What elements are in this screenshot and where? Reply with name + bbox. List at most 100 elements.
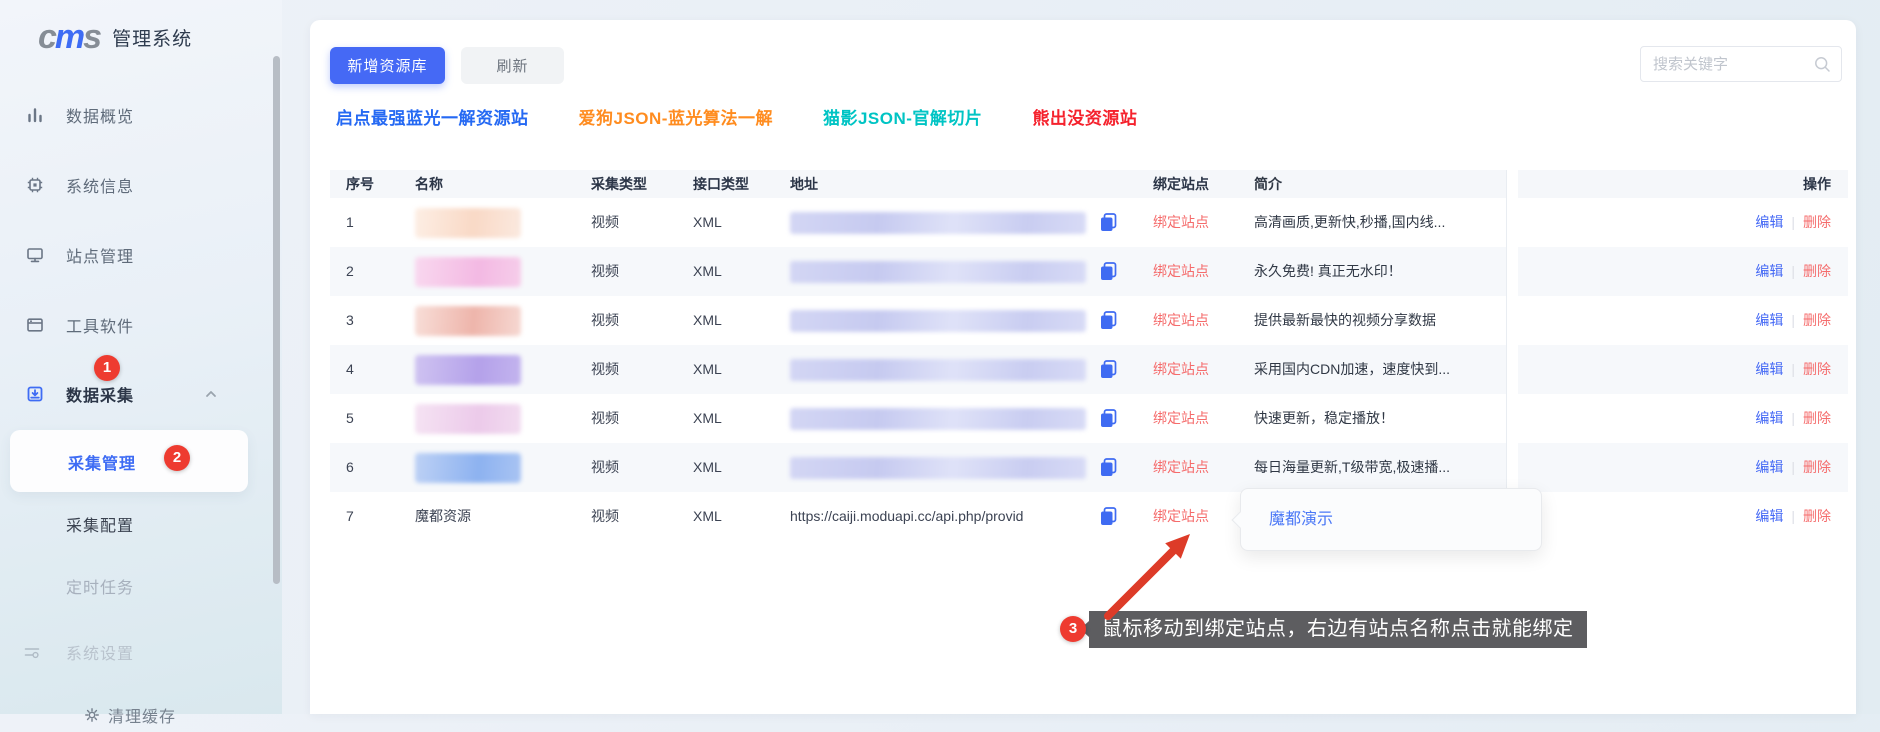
quick-links-row: 启点最强蓝光一解资源站 爱狗JSON-蓝光算法一解 猫影JSON-官解切片 熊出…: [336, 104, 1137, 129]
bind-site-link[interactable]: 绑定站点: [1153, 345, 1209, 394]
redacted-address-blob: [790, 261, 1086, 283]
row-type: 视频: [591, 296, 619, 345]
sidebar-item-timer-task[interactable]: 定时任务: [0, 569, 282, 603]
row-index: 4: [346, 345, 354, 394]
search-input[interactable]: [1653, 47, 1803, 81]
annotation-step-2-badge: 2: [164, 445, 190, 471]
popup-site-link[interactable]: 魔都演示: [1269, 489, 1333, 550]
bind-site-link[interactable]: 绑定站点: [1153, 394, 1209, 443]
row-type: 视频: [591, 492, 619, 541]
delete-link[interactable]: 删除: [1803, 410, 1831, 426]
row-desc: 快速更新，稳定播放！: [1254, 394, 1394, 443]
edit-link[interactable]: 编辑: [1755, 508, 1783, 524]
delete-link[interactable]: 删除: [1803, 263, 1831, 279]
bar-chart-icon: [26, 106, 44, 124]
redacted-address-blob: [790, 359, 1086, 381]
search-box: [1640, 46, 1842, 82]
sidebar-item-collect-manage[interactable]: 采集管理: [10, 430, 248, 492]
row-index: 5: [346, 394, 354, 443]
sliders-icon: [23, 643, 41, 661]
row-api: XML: [693, 345, 722, 394]
sidebar-item-data-overview[interactable]: 数据概览: [0, 98, 282, 132]
app-title: 管理系统: [112, 24, 192, 51]
redacted-name-blob: [415, 404, 521, 434]
copy-icon[interactable]: [1100, 458, 1117, 477]
quick-link-qidian[interactable]: 启点最强蓝光一解资源站: [336, 104, 529, 129]
row-index: 6: [346, 443, 354, 492]
redacted-name-blob: [415, 257, 521, 287]
row-type: 视频: [591, 345, 619, 394]
cms-logo-icon: cms: [38, 18, 100, 56]
bind-site-link[interactable]: 绑定站点: [1153, 443, 1209, 492]
row-actions: 编辑|删除: [1755, 394, 1831, 443]
quick-link-aigou[interactable]: 爱狗JSON-蓝光算法一解: [579, 104, 773, 129]
delete-link[interactable]: 删除: [1803, 214, 1831, 230]
edit-link[interactable]: 编辑: [1755, 312, 1783, 328]
gear-icon: [84, 707, 100, 723]
row-index: 2: [346, 247, 354, 296]
row-actions: 编辑|删除: [1755, 198, 1831, 247]
quick-link-xiongchumo[interactable]: 熊出没资源站: [1032, 104, 1137, 129]
header-address: 地址: [790, 170, 818, 198]
table-row: 4 视频 XML 绑定站点 采用国内CDN加速，速度快到... 编辑|删除: [330, 345, 1848, 394]
edit-link[interactable]: 编辑: [1755, 361, 1783, 377]
sidebar-item-system-info[interactable]: 系统信息: [0, 168, 282, 202]
table-row: 1 视频 XML 绑定站点 高清画质,更新快,秒播,国内线... 编辑|删除: [330, 198, 1848, 247]
chevron-up-icon: [204, 387, 218, 401]
copy-icon[interactable]: [1100, 311, 1117, 330]
annotation-arrow-icon: [1090, 518, 1210, 623]
row-type: 视频: [591, 443, 619, 492]
delete-link[interactable]: 删除: [1803, 361, 1831, 377]
row-api: XML: [693, 198, 722, 247]
copy-icon[interactable]: [1100, 360, 1117, 379]
bind-site-link[interactable]: 绑定站点: [1153, 296, 1209, 345]
bind-site-link[interactable]: 绑定站点: [1153, 247, 1209, 296]
row-actions: 编辑|删除: [1755, 345, 1831, 394]
header-name: 名称: [415, 170, 443, 198]
sidebar-item-data-collect[interactable]: 数据采集: [0, 377, 282, 411]
sidebar-item-site-manage[interactable]: 站点管理: [0, 238, 282, 272]
main-content-card: 新增资源库 刷新 启点最强蓝光一解资源站 爱狗JSON-蓝光算法一解 猫影JSO…: [310, 20, 1856, 714]
copy-icon[interactable]: [1100, 262, 1117, 281]
resource-url-link[interactable]: https://caiji.moduapi.cc/api.php/provid: [790, 492, 1023, 541]
edit-link[interactable]: 编辑: [1755, 263, 1783, 279]
sidebar-item-collect-config[interactable]: 采集配置: [0, 507, 282, 541]
delete-link[interactable]: 删除: [1803, 312, 1831, 328]
edit-link[interactable]: 编辑: [1755, 410, 1783, 426]
bind-site-link[interactable]: 绑定站点: [1153, 198, 1209, 247]
header-index: 序号: [346, 170, 374, 198]
fixed-column-divider: [1506, 170, 1518, 541]
add-resource-button[interactable]: 新增资源库: [330, 47, 445, 84]
redacted-address-blob: [790, 212, 1086, 234]
row-api: XML: [693, 296, 722, 345]
row-actions: 编辑|删除: [1755, 247, 1831, 296]
delete-link[interactable]: 删除: [1803, 459, 1831, 475]
sidebar-item-tools[interactable]: 工具软件: [0, 308, 282, 342]
row-api: XML: [693, 394, 722, 443]
row-index: 7: [346, 492, 354, 541]
header-type: 采集类型: [591, 170, 647, 198]
quick-link-maoying[interactable]: 猫影JSON-官解切片: [823, 104, 982, 129]
delete-link[interactable]: 删除: [1803, 508, 1831, 524]
row-actions: 编辑|删除: [1755, 492, 1831, 541]
refresh-button[interactable]: 刷新: [461, 47, 564, 84]
header-desc: 简介: [1254, 170, 1282, 198]
row-desc: 永久免费! 真正无水印！: [1254, 247, 1402, 296]
redacted-name-blob: [415, 453, 521, 483]
edit-link[interactable]: 编辑: [1755, 214, 1783, 230]
table-row: 6 视频 XML 绑定站点 每日海量更新,T级带宽,极速播... 编辑|删除: [330, 443, 1848, 492]
header-api: 接口类型: [693, 170, 749, 198]
sidebar-item-settings[interactable]: 系统设置: [0, 635, 282, 669]
row-actions: 编辑|删除: [1755, 443, 1831, 492]
page-scrollbar[interactable]: [273, 56, 280, 584]
monitor-icon: [26, 246, 44, 264]
redacted-name-blob: [415, 306, 521, 336]
header-bind: 绑定站点: [1153, 170, 1209, 198]
redacted-address-blob: [790, 457, 1086, 479]
copy-icon[interactable]: [1100, 409, 1117, 428]
edit-link[interactable]: 编辑: [1755, 459, 1783, 475]
copy-icon[interactable]: [1100, 213, 1117, 232]
row-name: 魔都资源: [415, 492, 471, 541]
sidebar-item-clear-cache[interactable]: 清理缓存: [0, 698, 282, 732]
collect-save-icon: [26, 385, 44, 403]
